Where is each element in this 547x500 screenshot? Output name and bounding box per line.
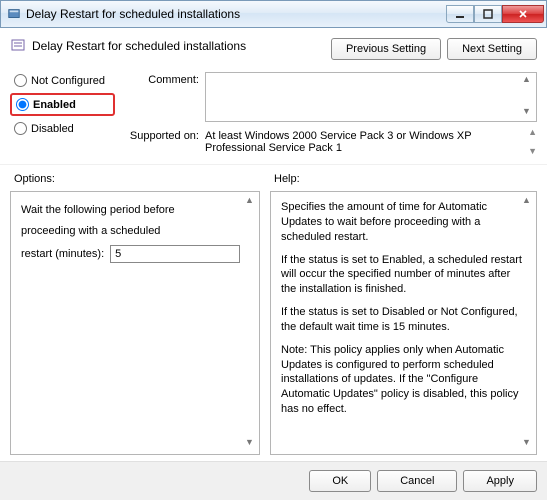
radio-enabled-label: Enabled [33,99,76,111]
options-pane: Wait the following period before proceed… [10,191,260,455]
scroll-up-icon[interactable]: ▲ [522,196,534,208]
cancel-button[interactable]: Cancel [377,470,457,492]
radio-disabled-label: Disabled [31,123,74,135]
options-text-line: Wait the following period before [21,200,249,221]
help-section-label: Help: [270,171,537,191]
radio-disabled[interactable]: Disabled [10,122,115,135]
scroll-up-icon[interactable]: ▲ [245,196,257,208]
help-paragraph: If the status is set to Disabled or Not … [281,305,526,335]
restart-minutes-input[interactable] [110,245,240,263]
minimize-button[interactable] [446,5,474,23]
radio-not-configured-input[interactable] [14,74,27,87]
scroll-up-icon[interactable]: ▲ [522,75,534,87]
help-paragraph: If the status is set to Enabled, a sched… [281,253,526,298]
scroll-down-icon[interactable]: ▼ [528,147,537,156]
apply-button[interactable]: Apply [463,470,537,492]
options-text-line: proceeding with a scheduled [21,221,249,242]
policy-header: Delay Restart for scheduled installation… [10,34,331,54]
radio-disabled-input[interactable] [14,122,27,135]
radio-not-configured-label: Not Configured [31,75,105,87]
options-section-label: Options: [10,171,270,191]
radio-enabled[interactable]: Enabled [10,93,115,116]
supported-on-label: Supported on: [125,128,199,156]
next-setting-button[interactable]: Next Setting [447,38,537,60]
scroll-down-icon[interactable]: ▼ [522,107,534,119]
ok-button[interactable]: OK [309,470,371,492]
help-paragraph: Specifies the amount of time for Automat… [281,200,526,245]
maximize-button[interactable] [474,5,502,23]
radio-not-configured[interactable]: Not Configured [10,74,115,87]
divider [0,164,547,165]
app-icon [7,7,21,21]
scroll-up-icon[interactable]: ▲ [528,128,537,137]
close-button[interactable] [502,5,544,23]
caption-buttons [446,5,544,23]
help-pane: Specifies the amount of time for Automat… [270,191,537,455]
window-title: Delay Restart for scheduled installation… [26,7,446,21]
policy-icon [10,38,26,54]
comment-textarea[interactable]: ▲ ▼ [205,72,537,122]
supported-on-value: At least Windows 2000 Service Pack 3 or … [205,128,517,156]
dialog-footer: OK Cancel Apply [0,461,547,500]
comment-label: Comment: [125,72,199,122]
previous-setting-button[interactable]: Previous Setting [331,38,441,60]
policy-title: Delay Restart for scheduled installation… [32,39,246,53]
radio-enabled-input[interactable] [16,98,29,111]
help-paragraph: Note: This policy applies only when Auto… [281,343,526,417]
scroll-down-icon[interactable]: ▼ [245,438,257,450]
restart-minutes-label: restart (minutes): [21,244,104,265]
titlebar: Delay Restart for scheduled installation… [0,0,547,28]
scroll-down-icon[interactable]: ▼ [522,438,534,450]
